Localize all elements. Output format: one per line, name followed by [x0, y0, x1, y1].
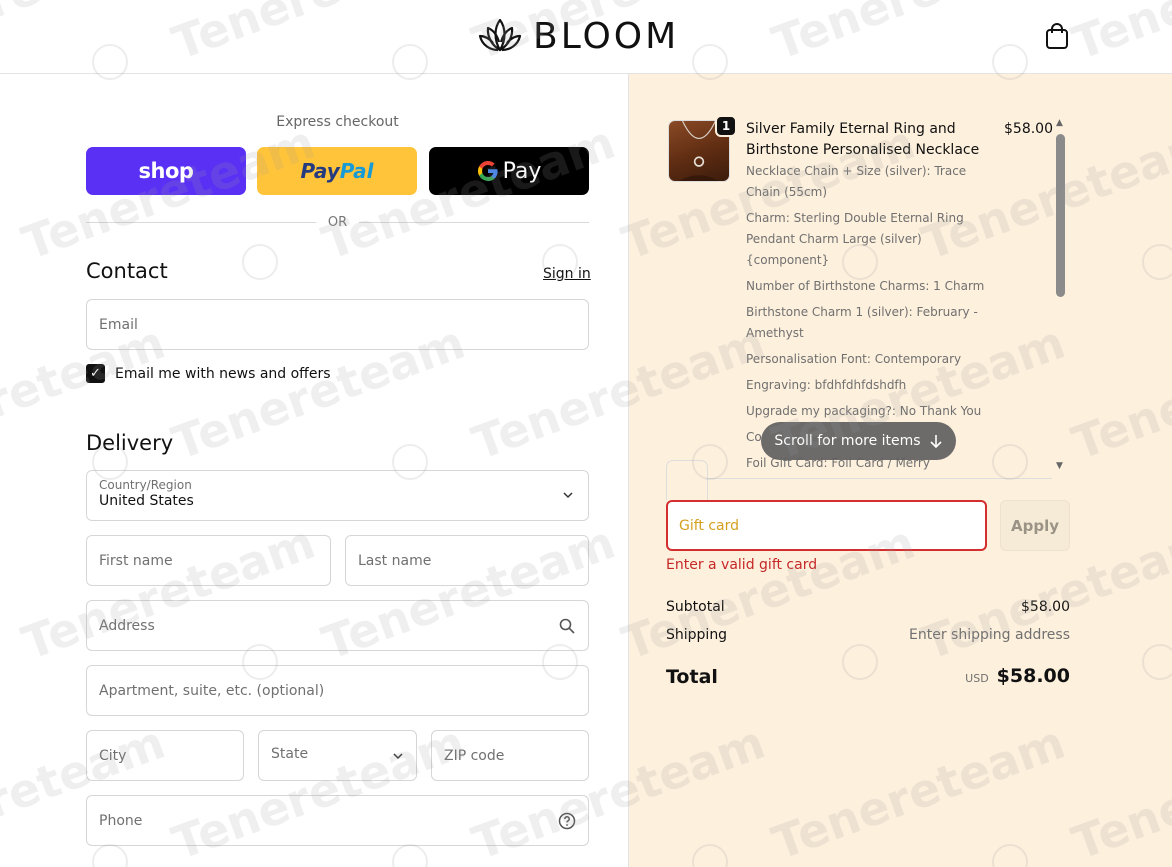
- state-placeholder: State: [271, 746, 309, 762]
- express-checkout-title: Express checkout: [276, 114, 399, 130]
- address-placeholder: Address: [99, 617, 155, 634]
- state-select[interactable]: State: [258, 730, 417, 781]
- product-name: Silver Family Eternal Ring and Birthston…: [746, 121, 980, 158]
- contact-heading: Contact: [86, 259, 168, 283]
- google-pay-label: Pay: [502, 158, 542, 184]
- first-name-field[interactable]: First name: [86, 535, 331, 586]
- scroll-more-button[interactable]: Scroll for more items: [761, 422, 956, 460]
- product-option: Necklace Chain + Size (silver): Trace Ch…: [746, 164, 967, 199]
- newsletter-checkbox[interactable]: ✓: [86, 364, 105, 383]
- product-option: Engraving: bfdhfdhfdshdfh: [746, 378, 907, 392]
- total-value: $58.00: [996, 665, 1070, 687]
- paypal-button[interactable]: Pay Pal: [257, 147, 417, 195]
- product-option: Upgrade my packaging?: No Thank You: [746, 404, 982, 418]
- scrollbar-thumb[interactable]: [1056, 134, 1065, 297]
- zip-placeholder: ZIP code: [444, 747, 505, 764]
- shop-pay-button[interactable]: shop: [86, 147, 246, 195]
- address-field[interactable]: Address: [86, 600, 589, 651]
- total-label: Total: [666, 666, 718, 688]
- arrow-down-icon: [930, 435, 942, 448]
- divider-line: [359, 221, 590, 223]
- first-name-placeholder: First name: [99, 552, 173, 569]
- phone-placeholder: Phone: [99, 812, 143, 829]
- divider-line: [86, 221, 316, 223]
- help-circle-icon[interactable]: [558, 812, 576, 830]
- shipping-label: Shipping: [666, 627, 728, 643]
- total-amount: USD $58.00: [965, 665, 1070, 687]
- lotus-logo-icon: [478, 18, 522, 52]
- scroll-up-arrow-icon[interactable]: ▲: [1056, 118, 1063, 128]
- country-select[interactable]: Country/Region United States: [86, 470, 589, 521]
- last-name-field[interactable]: Last name: [345, 535, 589, 586]
- newsletter-label: Email me with news and offers: [115, 365, 331, 382]
- zip-field[interactable]: ZIP code: [431, 730, 589, 781]
- paypal-label-pal: Pal: [339, 159, 374, 183]
- site-header: BLOOM: [0, 0, 1172, 74]
- delivery-heading: Delivery: [86, 431, 174, 455]
- brand-name: BLOOM: [533, 15, 680, 57]
- scroll-down-arrow-icon[interactable]: ▼: [1056, 461, 1063, 471]
- search-icon: [559, 618, 575, 634]
- city-placeholder: City: [99, 747, 127, 764]
- apartment-placeholder: Apartment, suite, etc. (optional): [99, 682, 325, 699]
- product-option: Charm: Sterling Double Eternal Ring Pend…: [746, 211, 964, 267]
- newsletter-option[interactable]: ✓ Email me with news and offers: [86, 364, 331, 383]
- country-label: Country/Region: [99, 478, 192, 492]
- google-pay-button[interactable]: Pay: [429, 147, 589, 195]
- product-option: Birthstone Charm 1 (silver): February - …: [746, 305, 978, 340]
- or-divider: OR: [86, 213, 590, 231]
- shopping-bag-icon[interactable]: [1044, 22, 1070, 50]
- phone-field[interactable]: Phone: [86, 795, 589, 846]
- gift-card-placeholder: Gift card: [679, 517, 740, 534]
- total-currency: USD: [965, 672, 989, 685]
- brand-logo[interactable]: BLOOM: [477, 14, 679, 58]
- google-g-icon: [477, 161, 498, 182]
- city-field[interactable]: City: [86, 730, 244, 781]
- gift-card-input[interactable]: Gift card: [666, 500, 987, 551]
- quantity-badge: 1: [715, 115, 737, 137]
- product-image-next: [666, 460, 708, 500]
- sign-in-link[interactable]: Sign in: [543, 266, 591, 282]
- scroll-more-label: Scroll for more items: [774, 433, 921, 449]
- apartment-field[interactable]: Apartment, suite, etc. (optional): [86, 665, 589, 716]
- country-value: United States: [99, 493, 194, 509]
- shop-pay-label: shop: [138, 159, 194, 183]
- product-option: Personalisation Font: Contemporary: [746, 352, 962, 366]
- chevron-down-icon: [393, 753, 403, 760]
- items-divider: [706, 478, 1052, 479]
- product-price: $58.00: [1004, 121, 1053, 137]
- subtotal-value: $58.00: [1021, 599, 1070, 615]
- apply-button[interactable]: Apply: [1000, 500, 1070, 551]
- gift-card-error: Enter a valid gift card: [666, 557, 818, 573]
- product-option: Number of Birthstone Charms: 1 Charm: [746, 279, 985, 293]
- subtotal-label: Subtotal: [666, 599, 725, 615]
- shipping-value: Enter shipping address: [909, 627, 1070, 643]
- chevron-down-icon: [563, 492, 573, 499]
- last-name-placeholder: Last name: [358, 552, 432, 569]
- email-field[interactable]: Email: [86, 299, 589, 350]
- or-text: OR: [327, 214, 348, 230]
- paypal-label-pay: Pay: [300, 159, 340, 183]
- email-placeholder: Email: [99, 316, 138, 333]
